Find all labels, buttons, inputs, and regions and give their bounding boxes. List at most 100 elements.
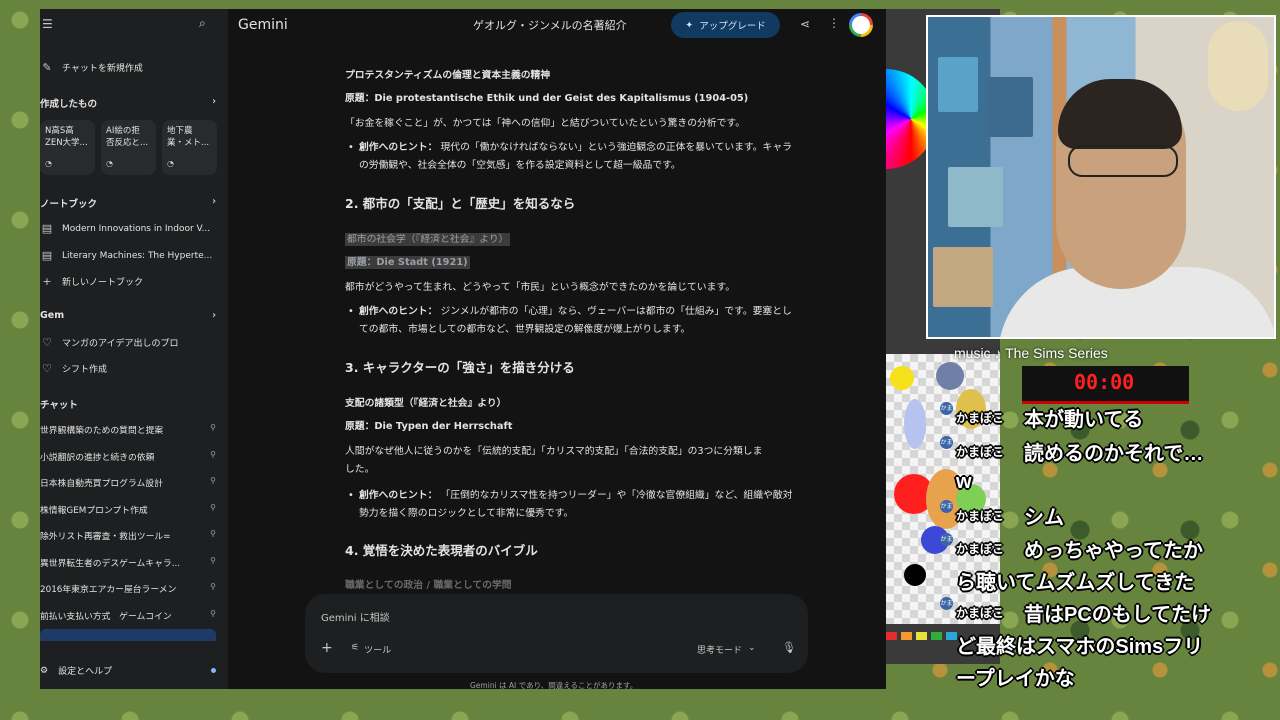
chat-section-header: チャット	[40, 400, 78, 411]
chat-message: ら聴いてムズムズしてきた	[956, 572, 1195, 594]
brand-title[interactable]: Gemini	[238, 17, 288, 33]
chat-item[interactable]: 株情報GEMプロンプト作成 ⚲	[40, 503, 216, 516]
stream-timer: 00:00	[1022, 366, 1189, 404]
gem-section-header[interactable]: Gem ›	[40, 310, 216, 321]
viewer-badge: かま	[940, 533, 953, 546]
main-panel: Gemini ゲオルグ・ジンメルの名著紹介 ✦ アップグレード ⋖ ⋮ プロテス…	[228, 9, 886, 689]
created-cards: N高S高 ZEN大学... ◔ AI絵の拒 否反応と... ◔ 地下農 業・メト…	[40, 120, 217, 175]
share-icon[interactable]: ⋖	[800, 17, 810, 31]
notebook-item[interactable]: ▤ Modern Innovations in Indoor V...	[40, 222, 220, 235]
chat-item[interactable]: 日本株自動売買プログラム設計 ⚲	[40, 476, 216, 489]
chevron-right-icon: ›	[212, 310, 216, 321]
chat-item[interactable]: 世界観構築のための質問と提案 ⚲	[40, 423, 216, 436]
section-heading: 2. 都市の「支配」と「歴史」を知るなら	[345, 196, 576, 211]
chat-message: 本が動いてる	[1024, 409, 1144, 431]
person-hair	[1058, 79, 1182, 149]
pin-icon[interactable]: ⚲	[210, 529, 216, 542]
chat-message: シム	[1024, 507, 1064, 529]
viewer-badge: かま	[940, 500, 953, 513]
mode-selector[interactable]: 思考モード ⌄	[697, 643, 756, 656]
pin-icon[interactable]: ⚲	[210, 556, 216, 569]
tune-icon: ⚟	[351, 643, 360, 653]
pin-icon[interactable]: ⚲	[210, 582, 216, 595]
edit-icon: ✎	[42, 61, 52, 74]
mic-icon[interactable]: 🎙	[782, 641, 796, 654]
chat-message: めっちゃやってたか	[1024, 540, 1203, 562]
poster	[948, 167, 1003, 227]
poster	[933, 247, 993, 307]
sparkle-icon: ✦	[685, 19, 694, 31]
created-card[interactable]: AI絵の拒 否反応と... ◔	[101, 120, 156, 175]
gem-item[interactable]: ♡ シフト作成	[40, 362, 220, 375]
more-vert-icon[interactable]: ⋮	[828, 16, 840, 30]
sidebar: ☰ ⌕ ✎ チャットを新規作成 作成したもの › N高S高 ZEN大学... ◔ …	[40, 9, 228, 689]
gem-icon: ♡	[42, 336, 52, 349]
chevron-down-icon: ⌄	[748, 643, 756, 653]
highlighted-text: 都市の社会学（『経済と社会』より）	[345, 233, 511, 246]
created-card[interactable]: N高S高 ZEN大学... ◔	[40, 120, 95, 175]
book-title: プロテスタンティズムの倫理と資本主義の精神	[345, 70, 551, 81]
created-section-header[interactable]: 作成したもの ›	[40, 96, 216, 110]
chat-message: w	[956, 471, 972, 493]
highlighted-text: 原題：Die Stadt (1921)	[345, 256, 470, 269]
chevron-right-icon: ›	[212, 96, 216, 107]
notebook-icon: ▤	[41, 222, 53, 235]
pin-icon[interactable]: ⚲	[210, 609, 216, 622]
pin-icon[interactable]: ⚲	[210, 450, 216, 463]
add-icon[interactable]: +	[321, 640, 333, 656]
upgrade-button[interactable]: ✦ アップグレード	[671, 12, 780, 38]
tools-button[interactable]: ⚟ ツール	[351, 643, 391, 656]
paragraph: 人間がなぜ他人に従うのかを「伝統的支配」「カリスマ的支配」「合法的支配」の3つに…	[345, 446, 763, 457]
pin-icon[interactable]: ⚲	[210, 476, 216, 489]
webcam-feed	[926, 15, 1276, 339]
new-chat-button[interactable]: ✎ チャットを新規作成	[40, 61, 220, 74]
notebook-item[interactable]: ▤ Literary Machines: The Hyperte...	[40, 249, 220, 262]
chat-item[interactable]: 除外リスト再審査・救出ツール= ⚲	[40, 529, 216, 542]
chat-item[interactable]: 異世界転生者のデスゲームキャラ... ⚲	[40, 556, 216, 569]
notification-dot	[211, 668, 216, 673]
search-icon[interactable]: ⌕	[199, 16, 206, 31]
hint-bullet: 創作へのヒント： ジンメルが都市の「心理」なら、ヴェーバーは都市の「仕組み」です…	[348, 303, 799, 339]
conversation-title: ゲオルグ・ジンメルの名著紹介	[473, 19, 627, 32]
glasses	[1068, 145, 1178, 177]
book-title: 支配の諸類型（『経済と社会』より）	[345, 398, 507, 409]
gem-icon: ♡	[42, 362, 52, 375]
menu-icon[interactable]: ☰	[42, 17, 53, 31]
color-swatches[interactable]	[886, 632, 957, 640]
canvas-icon: ◔	[106, 159, 113, 168]
canvas-icon: ◔	[167, 159, 174, 168]
prompt-input-box[interactable]: Gemini に相談 + ⚟ ツール 思考モード ⌄ 🎙	[305, 594, 808, 673]
gem-item[interactable]: ♡ マンガのアイデア出しのプロ	[40, 336, 220, 349]
gear-icon: ⚙	[40, 665, 49, 676]
paint-blob	[904, 564, 926, 586]
paint-blob	[904, 399, 926, 449]
paint-blob	[890, 366, 914, 390]
plus-icon: +	[42, 275, 52, 288]
created-card[interactable]: 地下農 業・メト... ◔	[162, 120, 217, 175]
settings-help-button[interactable]: ⚙ 設定とヘルプ	[40, 664, 216, 677]
paint-blob	[936, 362, 964, 390]
chat-item[interactable]: 2016年東京エアカー屋台ラーメン ⚲	[40, 582, 216, 595]
pin-icon[interactable]: ⚲	[210, 423, 216, 436]
now-playing: music ♪ The Sims Series	[954, 345, 1108, 361]
chat-item[interactable]: 前払い支払い方式 ゲームコイン ⚲	[40, 609, 216, 622]
original-title: 原題：Die Typen der Herrschaft	[345, 421, 513, 432]
paragraph: した。	[345, 464, 375, 475]
active-chat-item[interactable]	[40, 629, 216, 641]
section-heading: 3. キャラクターの「強さ」を描き分ける	[345, 360, 575, 375]
chat-item[interactable]: 小説翻訳の進捗と続きの依頼 ⚲	[40, 450, 216, 463]
avatar[interactable]	[849, 13, 873, 37]
viewer-badge: かま	[940, 436, 953, 449]
prompt-input[interactable]: Gemini に相談	[321, 609, 390, 624]
viewer-badge: かま	[940, 597, 953, 610]
poster	[938, 57, 978, 112]
chat-message: 読めるのかそれで…	[1024, 443, 1204, 465]
paragraph: 都市がどうやって生まれ、どうやって「市民」という概念ができたのかを論じています。	[345, 282, 736, 293]
pin-icon[interactable]: ⚲	[210, 503, 216, 516]
chat-message: ープレイかな	[956, 668, 1075, 690]
chat-username: かまぼこ	[956, 445, 1005, 459]
disclaimer: Gemini は AI であり、間違えることがあります。	[470, 681, 638, 689]
chat-message: ど最終はスマホのSimsフリ	[956, 636, 1204, 658]
notebook-section-header[interactable]: ノートブック ›	[40, 196, 216, 210]
new-notebook-button[interactable]: + 新しいノートブック	[40, 275, 220, 288]
